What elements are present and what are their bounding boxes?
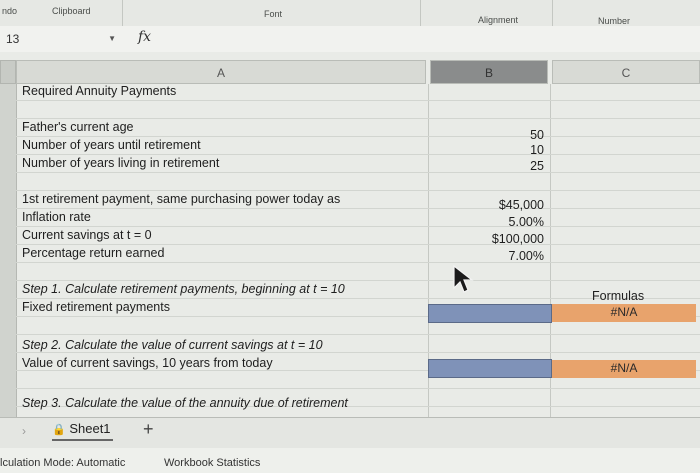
cell-first-payment-label[interactable]: 1st retirement payment, same purchasing … [22,191,340,207]
row-gridline [16,172,700,173]
mouse-pointer-icon [453,264,474,293]
workbook-statistics[interactable]: Workbook Statistics [164,457,260,469]
cell-father-age-value[interactable]: 50 [430,127,544,143]
cell-years-until-value[interactable]: 10 [430,142,544,158]
ribbon-separator [552,0,553,26]
ribbon-group-undo[interactable]: ndo [2,6,17,16]
cell-return-label[interactable]: Percentage return earned [22,245,164,261]
cell-savings-label[interactable]: Current savings at t = 0 [22,227,152,243]
row-gridline [16,100,700,101]
calculation-mode[interactable]: lculation Mode: Automatic [0,457,125,469]
row-headers[interactable] [0,84,17,444]
add-sheet-button[interactable]: + [143,419,154,440]
input-cell-current-savings[interactable] [428,359,552,378]
row-gridline [16,208,700,209]
cell-first-payment-value[interactable]: $45,000 [430,197,544,213]
worksheet-grid[interactable]: A B C Required Annuity Payments Father's… [0,52,700,444]
cell-fixed-payments-label[interactable]: Fixed retirement payments [22,299,170,315]
status-bar: lculation Mode: Automatic Workbook Stati… [0,448,700,473]
cell-title[interactable]: Required Annuity Payments [22,83,176,99]
column-header-b[interactable]: B [430,60,548,84]
name-box[interactable]: 13 ▼ [0,29,122,49]
selected-cell-fixed-payments[interactable] [428,304,552,323]
cell-inflation-label[interactable]: Inflation rate [22,209,91,225]
name-box-value: 13 [6,32,20,46]
column-gridline [550,84,551,444]
ribbon-group-clipboard[interactable]: Clipboard [52,6,91,16]
chevron-down-icon[interactable]: ▼ [108,29,116,49]
row-gridline [16,262,700,263]
ribbon-group-font[interactable]: Font [264,9,282,19]
cell-years-living-label[interactable]: Number of years living in retirement [22,155,219,171]
ribbon-group-number[interactable]: Number [598,16,630,26]
cell-father-age-label[interactable]: Father's current age [22,119,133,135]
ribbon-separator [420,0,421,26]
cell-savings-value[interactable]: $100,000 [430,231,544,247]
lock-icon: 🔒 [52,424,66,436]
function-icon[interactable]: fx [138,29,151,45]
cell-years-living-value[interactable]: 25 [430,158,544,174]
row-gridline [16,388,700,389]
cell-return-value[interactable]: 7.00% [430,248,544,264]
cell-inflation-value[interactable]: 5.00% [430,214,544,230]
sheet-nav-chevron-icon[interactable]: › [22,424,26,438]
cell-step3[interactable]: Step 3. Calculate the value of the annui… [22,395,348,411]
cell-formulas-header[interactable]: Formulas [592,288,644,304]
select-all-corner[interactable] [0,60,16,84]
sheet-tab-sheet1[interactable]: 🔒 Sheet1 [52,421,113,441]
sheet-tab-bar: › 🔒 Sheet1 + [0,417,700,448]
cell-step2[interactable]: Step 2. Calculate the value of current s… [22,337,323,353]
cell-fixed-payments-formula[interactable]: #N/A [552,304,696,322]
cell-step1[interactable]: Step 1. Calculate retirement payments, b… [22,281,345,297]
ribbon: ndo Clipboard Font Alignment Number [0,0,700,27]
cell-current-savings-formula[interactable]: #N/A [552,360,696,378]
row-gridline [16,334,700,335]
column-header-a[interactable]: A [16,60,426,84]
column-header-c[interactable]: C [552,60,700,84]
formula-bar: 13 ▼ fx [0,26,700,53]
cell-years-until-label[interactable]: Number of years until retirement [22,137,201,153]
ribbon-group-alignment[interactable]: Alignment [478,15,518,25]
cell-current-savings-label[interactable]: Value of current savings, 10 years from … [22,355,273,371]
column-gridline [428,84,429,444]
sheet-tab-label: Sheet1 [69,421,111,436]
ribbon-separator [122,0,123,26]
